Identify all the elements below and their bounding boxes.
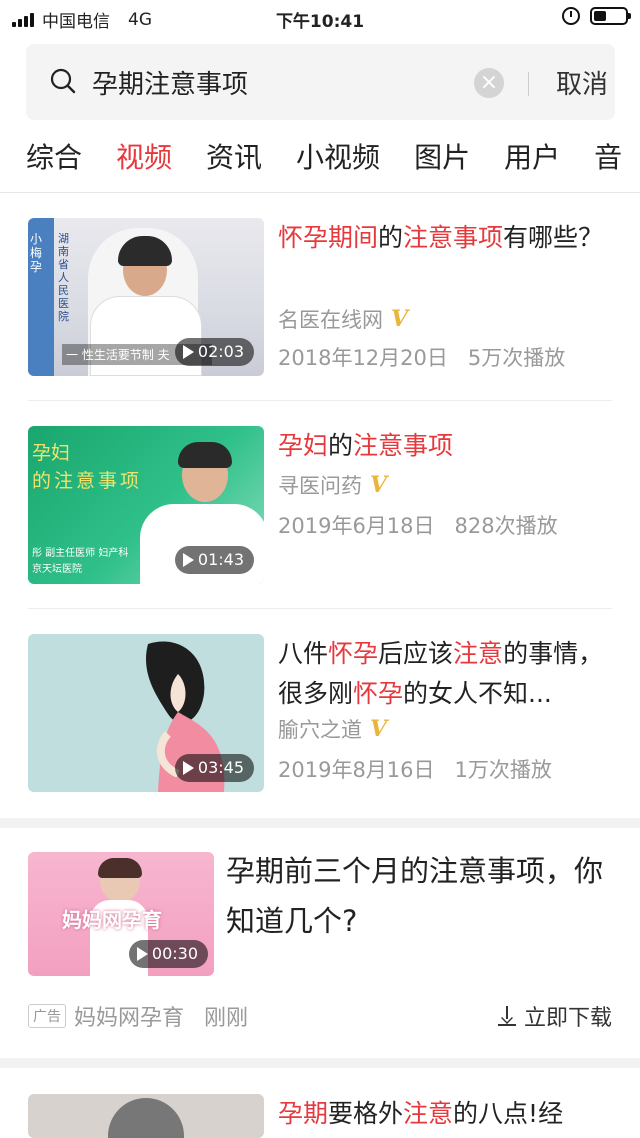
thumb-text-2: 的注意事项	[32, 470, 143, 492]
play-icon	[182, 345, 194, 359]
battery-icon	[590, 7, 631, 25]
play-icon	[182, 553, 194, 567]
result-meta: 2019年6月18日 828次播放	[278, 510, 578, 540]
result-meta: 2019年8月16日 1万次播放	[278, 754, 572, 784]
title-highlight: 注意	[453, 639, 504, 668]
video-thumbnail-1[interactable]: 小梅孕 湖南省人民医院 一 性生活要节制 夫 02:03	[28, 218, 264, 376]
result-date: 2019年8月16日	[278, 758, 435, 782]
result-title[interactable]: 八件怀孕后应该注意的事情，很多刚怀孕的女人不知...	[278, 634, 614, 714]
thumb-caption: 彤 副主任医师 妇产科	[32, 548, 129, 559]
divider	[28, 400, 612, 401]
title-text: 的	[378, 223, 404, 252]
title-highlight: 孕期	[278, 1099, 329, 1128]
ad-source: 妈妈网孕育	[74, 1006, 185, 1031]
search-input[interactable]: 孕期注意事项	[92, 64, 248, 101]
ad-tag: 广告	[28, 1004, 66, 1028]
ad-title[interactable]: 孕期前三个月的注意事项，你知道几个?	[226, 846, 616, 946]
download-icon	[497, 1006, 516, 1026]
title-text: 八件	[278, 639, 329, 668]
status-time: 下午10:41	[275, 12, 365, 32]
tab-6[interactable]: 音	[594, 136, 622, 192]
title-text: 的八点!经	[453, 1099, 564, 1128]
play-icon	[182, 761, 194, 775]
video-thumbnail-2[interactable]: 孕妇 的注意事项 彤 副主任医师 妇产科 京天坛医院 01:43	[28, 426, 264, 584]
ad-footer: 广告 妈妈网孕育 刚刚 立即下载	[28, 998, 612, 1034]
verified-icon: V	[370, 716, 388, 742]
video-thumbnail-4[interactable]	[28, 1094, 264, 1138]
ad-time: 刚刚	[204, 1006, 249, 1031]
tab-5[interactable]: 用户	[504, 136, 560, 192]
title-highlight: 注意事项	[353, 431, 454, 460]
thumb-side-text-2: 小梅孕	[30, 232, 43, 274]
video-duration: 02:03	[174, 338, 254, 366]
result-plays: 5万次播放	[467, 346, 566, 370]
video-duration: 03:45	[174, 754, 254, 782]
thumb-caption-2: 京天坛医院	[32, 564, 82, 575]
video-duration: 00:30	[128, 940, 208, 968]
result-source: 名医在线网 V	[278, 306, 409, 332]
download-button[interactable]: 立即下载	[497, 1000, 612, 1032]
status-right	[562, 7, 631, 25]
title-highlight: 注意事项	[403, 223, 504, 252]
title-text: 要格外	[328, 1099, 404, 1128]
video-result-4[interactable]: 孕期要格外注意的八点!经	[28, 1094, 612, 1138]
title-text: 有哪些？	[503, 223, 604, 252]
thumb-side-text: 湖南省人民医院	[58, 232, 69, 323]
clear-icon[interactable]: ×	[474, 68, 504, 98]
tab-0[interactable]: 综合	[26, 136, 82, 192]
video-thumbnail-3[interactable]: 03:45	[28, 634, 264, 792]
video-duration: 01:43	[174, 546, 254, 574]
result-title[interactable]: 孕期要格外注意的八点!经	[278, 1094, 614, 1134]
result-date: 2019年6月18日	[278, 514, 435, 538]
video-result-1[interactable]: 小梅孕 湖南省人民医院 一 性生活要节制 夫 02:03 怀孕期间的注意事项有哪…	[28, 218, 612, 378]
search-icon	[50, 68, 76, 94]
video-result-2[interactable]: 孕妇 的注意事项 彤 副主任医师 妇产科 京天坛医院 01:43 孕妇的注意事项…	[28, 426, 612, 586]
section-gap	[0, 1058, 640, 1068]
ad-thumbnail[interactable]: 妈妈网孕育 00:30	[28, 852, 218, 978]
result-meta: 2018年12月20日 5万次播放	[278, 342, 585, 372]
search-bar[interactable]: 孕期注意事项 × 取消	[26, 44, 615, 120]
tab-3[interactable]: 小视频	[296, 136, 380, 192]
play-icon	[136, 947, 148, 961]
title-highlight: 注意	[403, 1099, 454, 1128]
result-plays: 828次播放	[454, 514, 558, 538]
tab-1[interactable]: 视频	[116, 136, 172, 192]
title-text: 后应该	[378, 639, 454, 668]
title-highlight: 孕妇	[278, 431, 329, 460]
tab-4[interactable]: 图片	[414, 136, 470, 192]
tabs-divider	[0, 192, 640, 193]
divider	[28, 608, 612, 609]
result-source: 腧穴之道 V	[278, 716, 388, 742]
title-highlight: 怀孕	[328, 639, 379, 668]
title-text: 的	[328, 431, 354, 460]
title-text: 的女人不知...	[403, 679, 552, 708]
title-highlight: 怀孕期间	[278, 223, 379, 252]
result-source: 寻医问药 V	[278, 472, 388, 498]
result-title[interactable]: 怀孕期间的注意事项有哪些？	[278, 218, 614, 258]
result-date: 2018年12月20日	[278, 346, 448, 370]
title-highlight: 怀孕	[353, 679, 404, 708]
ad-thumb-text: 妈妈网孕育	[62, 908, 162, 932]
result-title[interactable]: 孕妇的注意事项	[278, 426, 614, 466]
result-plays: 1万次播放	[454, 758, 552, 782]
verified-icon: V	[391, 306, 409, 332]
video-result-3[interactable]: 03:45 八件怀孕后应该注意的事情，很多刚怀孕的女人不知... 腧穴之道 V …	[28, 634, 612, 794]
status-bar: 中国电信 4G 下午10:41	[0, 0, 640, 36]
alarm-icon	[562, 7, 580, 25]
verified-icon: V	[370, 472, 388, 498]
thumb-text-1: 孕妇	[32, 442, 71, 464]
tab-2[interactable]: 资讯	[206, 136, 262, 192]
category-tabs: 综合 视频 资讯 小视频 图片 用户音	[0, 136, 640, 192]
ad-video-thumb[interactable]: 妈妈网孕育 00:30	[28, 852, 214, 976]
cancel-button[interactable]: 取消	[528, 64, 636, 101]
section-gap	[0, 818, 640, 828]
